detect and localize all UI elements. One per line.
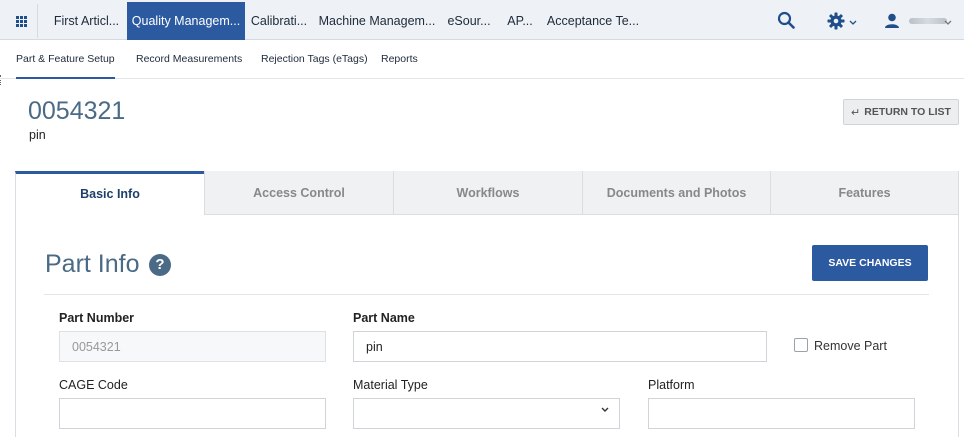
sub-nav: Part & Feature Setup Record Measurements…: [0, 40, 964, 79]
settings-menu-button[interactable]: [827, 12, 857, 30]
part-name-label: Part Name: [353, 311, 415, 325]
gear-icon: [827, 12, 845, 30]
return-to-list-button[interactable]: ↵ RETURN TO LIST: [843, 99, 959, 125]
help-icon[interactable]: ?: [149, 254, 171, 276]
subnav-rejection-tags[interactable]: Rejection Tags (eTags): [261, 40, 368, 79]
cage-code-label: CAGE Code: [59, 378, 128, 392]
material-type-label: Material Type: [353, 378, 428, 392]
nav-tab-quality-management[interactable]: Quality Managem...: [127, 2, 245, 40]
top-nav: First Articl... Quality Managem... Calib…: [0, 0, 964, 40]
nav-tab-esourcing[interactable]: eSour...: [440, 2, 498, 40]
tab-basic-info[interactable]: Basic Info: [15, 171, 204, 215]
platform-field[interactable]: [648, 398, 915, 429]
part-number-field: [59, 331, 326, 362]
apps-grid-icon: [16, 15, 27, 27]
return-arrow-icon: ↵: [851, 106, 861, 119]
return-to-list-label: RETURN TO LIST: [864, 106, 951, 118]
section-title: Part Info: [45, 250, 140, 278]
remove-part-checkbox[interactable]: [794, 338, 808, 352]
user-name-redacted: [909, 18, 947, 24]
chevron-down-icon: [849, 20, 857, 25]
chevron-down-icon: [944, 20, 952, 25]
part-number-label: Part Number: [59, 311, 135, 325]
platform-label: Platform: [648, 378, 695, 392]
material-type-select[interactable]: [353, 398, 620, 429]
tab-documents-photos[interactable]: Documents and Photos: [582, 171, 770, 215]
nav-tab-acceptance-test[interactable]: Acceptance Te...: [544, 2, 642, 40]
apps-menu-button[interactable]: [6, 4, 38, 38]
divider: [44, 294, 929, 295]
tab-access-control[interactable]: Access Control: [204, 171, 393, 215]
tab-features[interactable]: Features: [770, 171, 959, 215]
subnav-reports[interactable]: Reports: [381, 40, 418, 79]
user-icon: [885, 13, 899, 28]
save-changes-button[interactable]: SAVE CHANGES: [812, 245, 928, 281]
remove-part-label[interactable]: Remove Part: [814, 339, 887, 353]
page-title: 0054321: [28, 97, 126, 125]
nav-tab-machine-management[interactable]: Machine Managem...: [317, 2, 437, 40]
nav-tab-first-article[interactable]: First Articl...: [46, 2, 127, 40]
user-menu-button[interactable]: [884, 12, 954, 30]
chevron-down-icon: [601, 407, 609, 412]
tab-workflows[interactable]: Workflows: [393, 171, 582, 215]
nav-tab-ap[interactable]: AP...: [500, 2, 540, 40]
cage-code-field[interactable]: [59, 398, 326, 429]
part-name-field[interactable]: [353, 331, 767, 362]
nav-tab-calibration[interactable]: Calibrati...: [245, 2, 313, 40]
search-icon[interactable]: [777, 11, 795, 29]
detail-tabs: Basic Info Access Control Workflows Docu…: [15, 171, 959, 215]
subnav-part-feature-setup[interactable]: Part & Feature Setup: [16, 40, 115, 79]
subnav-record-measurements[interactable]: Record Measurements: [136, 40, 242, 79]
page-subtitle: pin: [29, 128, 46, 142]
